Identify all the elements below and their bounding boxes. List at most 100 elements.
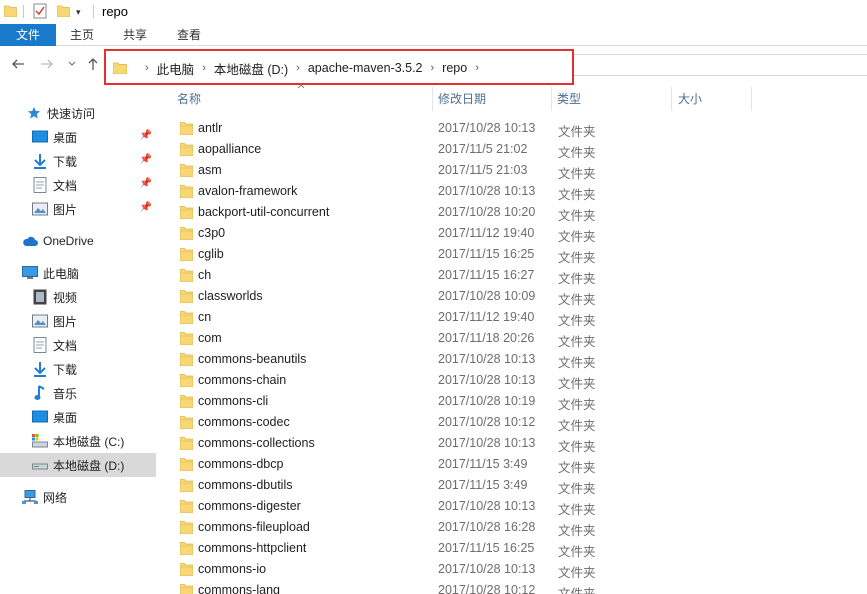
- folder-icon[interactable]: [4, 5, 17, 17]
- sidebar-item-desktop[interactable]: 桌面: [0, 405, 156, 429]
- chevron-right-icon[interactable]: ›: [145, 62, 149, 74]
- sidebar-item-this-pc[interactable]: 此电脑: [0, 261, 156, 285]
- column-divider[interactable]: [432, 87, 433, 111]
- chevron-right-icon[interactable]: ›: [475, 62, 479, 74]
- tab-home[interactable]: 主页: [56, 24, 108, 46]
- file-row[interactable]: commons-cli 2017/10/28 10:19 文件夹: [170, 391, 867, 412]
- file-name[interactable]: antlr: [198, 121, 222, 135]
- file-row[interactable]: antlr 2017/10/28 10:13 文件夹: [170, 118, 867, 139]
- breadcrumb-item-maven[interactable]: apache-maven-3.5.2: [308, 61, 423, 75]
- column-divider[interactable]: [751, 87, 752, 111]
- file-name[interactable]: ch: [198, 268, 211, 282]
- sidebar-item-videos[interactable]: 视频: [0, 285, 156, 309]
- sidebar-item-drive-d[interactable]: 本地磁盘 (D:): [0, 453, 156, 477]
- recent-locations-chevron-icon[interactable]: [68, 61, 76, 67]
- pin-icon[interactable]: 📌: [140, 178, 152, 189]
- column-header-name[interactable]: 名称: [177, 87, 201, 111]
- file-row[interactable]: commons-beanutils 2017/10/28 10:13 文件夹: [170, 349, 867, 370]
- tab-share[interactable]: 共享: [108, 24, 162, 46]
- address-bar-extension[interactable]: [574, 54, 867, 76]
- file-row[interactable]: backport-util-concurrent 2017/10/28 10:20…: [170, 202, 867, 223]
- file-name[interactable]: avalon-framework: [198, 184, 297, 198]
- tab-file[interactable]: 文件: [0, 24, 56, 46]
- column-divider[interactable]: [671, 87, 672, 111]
- file-row[interactable]: cn 2017/11/12 19:40 文件夹: [170, 307, 867, 328]
- file-name[interactable]: classworlds: [198, 289, 263, 303]
- column-header-size[interactable]: 大小: [678, 87, 702, 111]
- sidebar-item-drive-c[interactable]: 本地磁盘 (C:): [0, 429, 156, 453]
- file-row[interactable]: aopalliance 2017/11/5 21:02 文件夹: [170, 139, 867, 160]
- pin-icon[interactable]: 📌: [140, 154, 152, 165]
- file-row[interactable]: c3p0 2017/11/12 19:40 文件夹: [170, 223, 867, 244]
- up-arrow-icon[interactable]: [86, 57, 100, 71]
- file-row[interactable]: commons-lang 2017/10/28 10:12 文件夹: [170, 580, 867, 594]
- breadcrumb-item-drive-d[interactable]: 本地磁盘 (D:): [214, 59, 288, 78]
- file-row[interactable]: commons-dbutils 2017/11/15 3:49 文件夹: [170, 475, 867, 496]
- file-row[interactable]: commons-io 2017/10/28 10:13 文件夹: [170, 559, 867, 580]
- breadcrumb-item-repo[interactable]: repo: [442, 61, 467, 75]
- file-name[interactable]: cglib: [198, 247, 224, 261]
- file-name[interactable]: commons-io: [198, 562, 266, 576]
- file-name[interactable]: commons-codec: [198, 415, 290, 429]
- sidebar-item-documents[interactable]: 文档: [0, 333, 156, 357]
- pin-icon[interactable]: 📌: [140, 130, 152, 141]
- file-name[interactable]: commons-lang: [198, 583, 280, 594]
- breadcrumb-item-this-pc[interactable]: 此电脑: [157, 59, 195, 78]
- file-name[interactable]: commons-httpclient: [198, 541, 306, 555]
- file-row[interactable]: com 2017/11/18 20:26 文件夹: [170, 328, 867, 349]
- file-row[interactable]: commons-dbcp 2017/11/15 3:49 文件夹: [170, 454, 867, 475]
- file-name[interactable]: commons-cli: [198, 394, 268, 408]
- file-name[interactable]: aopalliance: [198, 142, 261, 156]
- file-name[interactable]: cn: [198, 310, 211, 324]
- file-name[interactable]: commons-chain: [198, 373, 286, 387]
- file-row[interactable]: commons-collections 2017/10/28 10:13 文件夹: [170, 433, 867, 454]
- file-name[interactable]: asm: [198, 163, 222, 177]
- file-name[interactable]: commons-fileupload: [198, 520, 310, 534]
- chevron-right-icon[interactable]: ›: [431, 62, 435, 74]
- sidebar-item-downloads-quick[interactable]: 下载 📌: [0, 149, 156, 173]
- file-name[interactable]: c3p0: [198, 226, 225, 240]
- address-bar[interactable]: › 此电脑 › 本地磁盘 (D:) › apache-maven-3.5.2 ›…: [104, 49, 574, 85]
- file-row[interactable]: commons-httpclient 2017/11/15 16:25 文件夹: [170, 538, 867, 559]
- file-row[interactable]: avalon-framework 2017/10/28 10:13 文件夹: [170, 181, 867, 202]
- sidebar-item-documents-quick[interactable]: 文档 📌: [0, 173, 156, 197]
- sidebar-item-desktop-quick[interactable]: 桌面 📌: [0, 125, 156, 149]
- pin-icon[interactable]: 📌: [140, 202, 152, 213]
- sidebar-item-music[interactable]: 音乐: [0, 381, 156, 405]
- customize-dropdown-icon[interactable]: ▾: [76, 7, 81, 18]
- sidebar-item-network[interactable]: 网络: [0, 485, 156, 509]
- file-type: 文件夹: [558, 188, 596, 202]
- sidebar-item-downloads[interactable]: 下载: [0, 357, 156, 381]
- file-row[interactable]: commons-codec 2017/10/28 10:12 文件夹: [170, 412, 867, 433]
- chevron-right-icon[interactable]: ›: [296, 62, 300, 74]
- file-row[interactable]: classworlds 2017/10/28 10:09 文件夹: [170, 286, 867, 307]
- file-name[interactable]: commons-digester: [198, 499, 301, 513]
- file-row[interactable]: commons-digester 2017/10/28 10:13 文件夹: [170, 496, 867, 517]
- sidebar-item-pictures-quick[interactable]: 图片 📌: [0, 197, 156, 221]
- new-folder-icon[interactable]: [57, 5, 70, 17]
- file-type: 文件夹: [558, 566, 596, 580]
- file-row[interactable]: commons-fileupload 2017/10/28 16:28 文件夹: [170, 517, 867, 538]
- file-row[interactable]: asm 2017/11/5 21:03 文件夹: [170, 160, 867, 181]
- file-name[interactable]: commons-dbutils: [198, 478, 292, 492]
- sidebar-item-pictures[interactable]: 图片: [0, 309, 156, 333]
- sidebar-item-onedrive[interactable]: OneDrive: [0, 229, 156, 253]
- tab-view[interactable]: 查看: [162, 24, 216, 46]
- file-name[interactable]: commons-beanutils: [198, 352, 306, 366]
- forward-arrow-icon[interactable]: [40, 57, 54, 71]
- properties-icon[interactable]: [33, 3, 47, 19]
- column-header-modified[interactable]: 修改日期: [438, 87, 486, 111]
- file-row[interactable]: commons-chain 2017/10/28 10:13 文件夹: [170, 370, 867, 391]
- file-row[interactable]: cglib 2017/11/15 16:25 文件夹: [170, 244, 867, 265]
- file-name[interactable]: backport-util-concurrent: [198, 205, 329, 219]
- file-name[interactable]: commons-dbcp: [198, 457, 283, 471]
- column-divider[interactable]: [551, 87, 552, 111]
- back-arrow-icon[interactable]: [11, 57, 25, 71]
- file-name[interactable]: com: [198, 331, 222, 345]
- chevron-up-icon[interactable]: [297, 84, 305, 89]
- file-name[interactable]: commons-collections: [198, 436, 315, 450]
- chevron-right-icon[interactable]: ›: [202, 62, 206, 74]
- sidebar-item-quick-access[interactable]: 快速访问: [0, 101, 156, 125]
- column-header-type[interactable]: 类型: [557, 87, 581, 111]
- file-row[interactable]: ch 2017/11/15 16:27 文件夹: [170, 265, 867, 286]
